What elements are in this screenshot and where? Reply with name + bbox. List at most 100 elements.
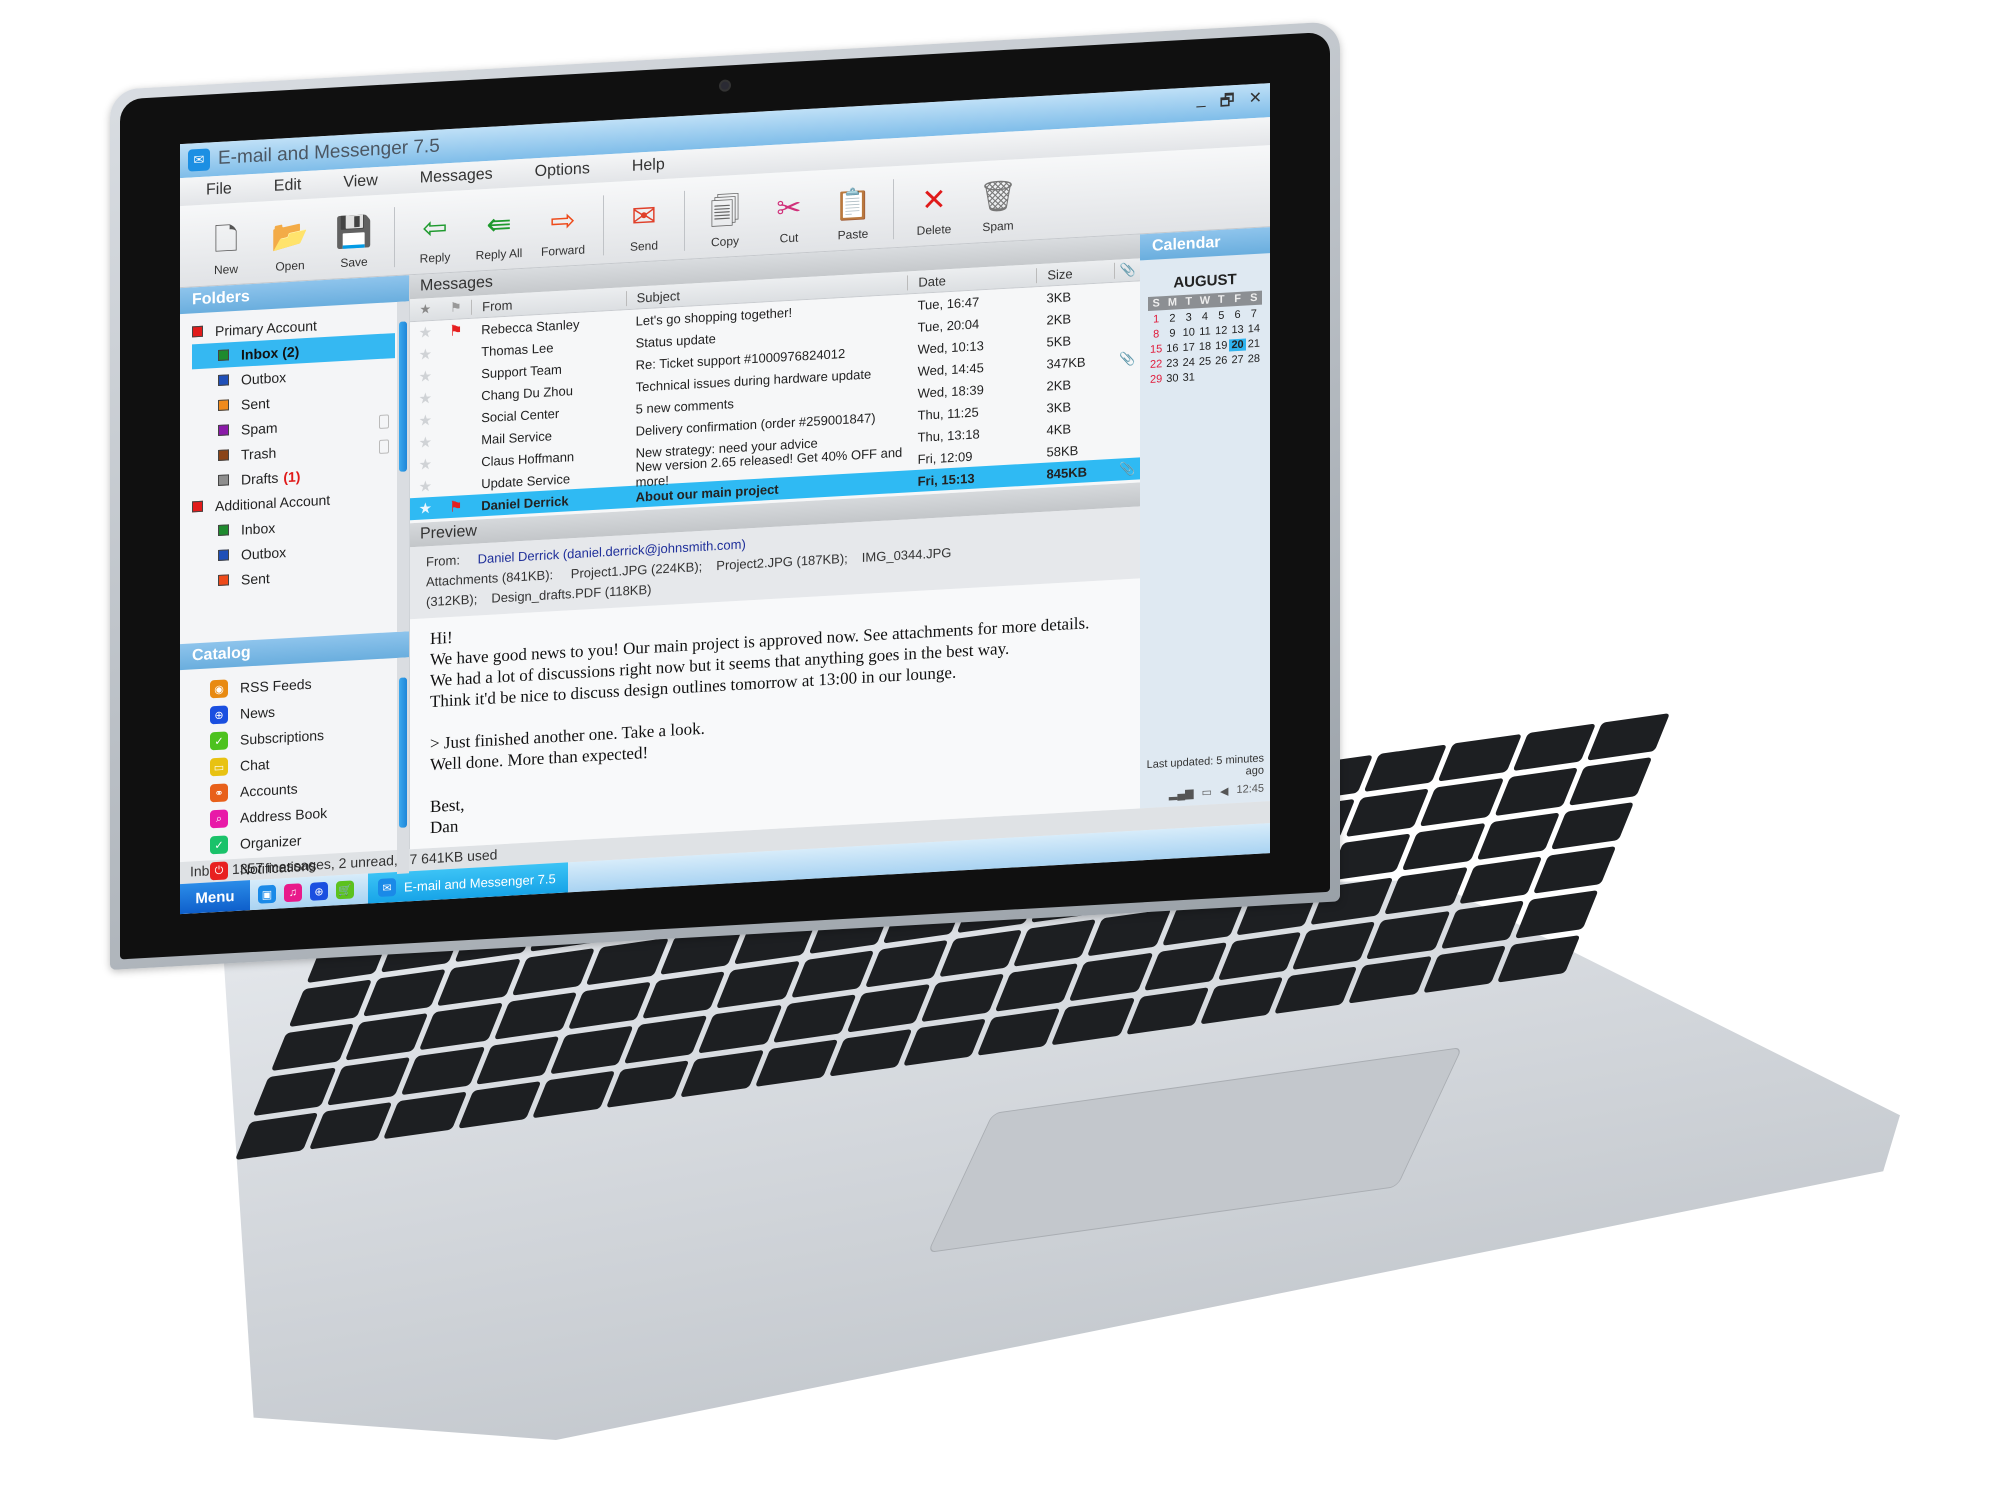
calendar-day[interactable]: 21	[1246, 338, 1262, 351]
toolbar-button-label: New	[213, 261, 238, 278]
flag-placeholder[interactable]	[441, 462, 472, 464]
calendar-day[interactable]: 7	[1246, 308, 1262, 321]
calendar-day[interactable]: 27	[1229, 354, 1245, 367]
calendar-day[interactable]: 2	[1164, 312, 1180, 325]
music-icon[interactable]: ♫	[284, 883, 302, 903]
volume-icon[interactable]: ◀	[1220, 784, 1228, 797]
empty-folder-icon[interactable]	[379, 413, 389, 429]
calendar-day[interactable]: 25	[1197, 355, 1213, 368]
calendar-day[interactable]: 15	[1148, 343, 1164, 356]
battery-icon[interactable]: ▭	[1202, 785, 1212, 799]
toolbar-delete-button[interactable]: ✕ Delete	[902, 179, 966, 239]
flag-placeholder[interactable]	[441, 484, 472, 486]
clock[interactable]: 12:45	[1236, 782, 1264, 797]
scroll-thumb[interactable]	[399, 677, 407, 828]
keyboard-key	[995, 963, 1079, 1012]
minimize-button[interactable]: _	[1197, 90, 1206, 117]
calendar-day[interactable]: 22	[1148, 358, 1164, 371]
close-button[interactable]: ✕	[1249, 87, 1262, 115]
shop-icon[interactable]: 🛒	[336, 880, 354, 900]
red-flag-icon[interactable]: ⚑	[441, 321, 472, 341]
calendar-day[interactable]: 31	[1181, 371, 1197, 384]
red-flag-icon[interactable]: ⚑	[441, 497, 472, 517]
toolbar-save-button[interactable]: 💾 Save	[322, 212, 386, 272]
calendar-day[interactable]: 30	[1164, 372, 1180, 385]
calendar-day[interactable]: 13	[1229, 324, 1245, 337]
calendar-day[interactable]: 17	[1181, 341, 1197, 354]
toolbar-forward-button[interactable]: ⇨ Forward	[531, 200, 595, 260]
column-date[interactable]: Date	[907, 267, 1037, 291]
menu-edit[interactable]: Edit	[274, 176, 302, 196]
calendar-day[interactable]: 28	[1246, 353, 1262, 366]
star-icon[interactable]: ★	[410, 345, 441, 365]
calendar-day[interactable]: 24	[1181, 356, 1197, 369]
toolbar-paste-button[interactable]: 📋 Paste	[821, 184, 885, 244]
flag-placeholder[interactable]	[441, 418, 472, 420]
folder-color-icon	[218, 524, 229, 536]
toolbar-reply-button[interactable]: ⇦ Reply	[403, 207, 467, 267]
attachment-link[interactable]: Project2.JPG (187KB);	[716, 551, 848, 573]
calendar-day[interactable]: 26	[1213, 354, 1229, 368]
calendar-day[interactable]: 19	[1213, 339, 1229, 353]
menu-help[interactable]: Help	[632, 156, 665, 176]
star-icon[interactable]: ★	[410, 367, 441, 387]
calendar-today[interactable]: 20	[1229, 338, 1246, 352]
calendar-day[interactable]: 18	[1197, 340, 1213, 353]
flag-column-icon[interactable]: ⚑	[441, 299, 472, 317]
browser-icon[interactable]: ⊕	[310, 881, 328, 901]
taskbar-app-label: E-mail and Messenger 7.5	[404, 870, 556, 895]
flag-placeholder[interactable]	[441, 352, 472, 354]
calendar-day[interactable]: 9	[1164, 327, 1180, 340]
signal-icon[interactable]: ▂▄▆	[1169, 786, 1194, 800]
toolbar-reply-all-button[interactable]: ⇚ Reply All	[467, 203, 531, 263]
toolbar-button-label: Delete	[916, 221, 952, 238]
empty-folder-icon[interactable]	[379, 438, 389, 454]
toolbar-button-label: Reply All	[475, 245, 523, 263]
calendar-day[interactable]: 3	[1181, 311, 1197, 324]
toolbar-separator	[603, 195, 604, 256]
column-size[interactable]: Size	[1036, 263, 1115, 283]
toolbar-open-button[interactable]: 📂 Open	[258, 215, 322, 275]
restore-button[interactable]: 🗗	[1220, 89, 1235, 117]
calendar-day[interactable]: 12	[1213, 324, 1229, 338]
calendar-day[interactable]: 14	[1246, 323, 1262, 336]
toolbar-copy-button[interactable]: 🗐 Copy	[693, 191, 757, 251]
calendar-day[interactable]: 16	[1164, 342, 1180, 355]
menu-view[interactable]: View	[343, 172, 377, 192]
flag-placeholder[interactable]	[441, 440, 472, 442]
paperclip-column-icon[interactable]: 📎	[1114, 261, 1141, 279]
calendar-day[interactable]: 6	[1229, 309, 1245, 322]
catalog-item-label: RSS Feeds	[240, 675, 312, 696]
menu-options[interactable]: Options	[535, 160, 590, 181]
calendar-day[interactable]: 5	[1213, 309, 1229, 322]
catalog-scrollbar[interactable]	[397, 657, 409, 874]
menu-messages[interactable]: Messages	[420, 166, 493, 188]
attachment-link[interactable]: Project1.JPG (224KB);	[571, 559, 703, 581]
attachment-link[interactable]: Design_drafts.PDF (118KB)	[491, 582, 651, 606]
star-icon[interactable]: ★	[410, 433, 441, 453]
flag-placeholder[interactable]	[441, 396, 472, 398]
calendar-day[interactable]: 4	[1197, 310, 1213, 323]
menu-file[interactable]: File	[206, 180, 232, 199]
star-icon[interactable]: ★	[410, 323, 441, 343]
star-icon[interactable]: ★	[410, 389, 441, 409]
left-panel: Folders Primary Account Inbox (2) Outbox Se…	[180, 275, 410, 881]
star-column-icon[interactable]: ★	[410, 301, 441, 319]
calendar-day[interactable]: 1	[1148, 313, 1164, 326]
calendar-day[interactable]: 23	[1164, 357, 1180, 370]
calendar-day[interactable]: 11	[1197, 325, 1213, 338]
toolbar-send-button[interactable]: ✉ Send	[612, 195, 676, 255]
toolbar-new-button[interactable]: 🗋 New	[194, 219, 258, 279]
keyboard-key	[345, 1012, 429, 1061]
star-icon[interactable]: ★	[410, 477, 441, 497]
toolbar-cut-button[interactable]: ✂ Cut	[757, 187, 821, 247]
flag-placeholder[interactable]	[441, 374, 472, 376]
star-icon[interactable]: ★	[410, 455, 441, 475]
star-icon[interactable]: ★	[410, 499, 441, 519]
calendar-day[interactable]: 29	[1148, 373, 1164, 386]
photos-icon[interactable]: ▣	[258, 884, 276, 904]
star-icon[interactable]: ★	[410, 411, 441, 431]
calendar-day[interactable]: 10	[1181, 326, 1197, 339]
toolbar-spam-button[interactable]: 🗑 Spam	[966, 176, 1030, 236]
calendar-day[interactable]: 8	[1148, 328, 1164, 341]
